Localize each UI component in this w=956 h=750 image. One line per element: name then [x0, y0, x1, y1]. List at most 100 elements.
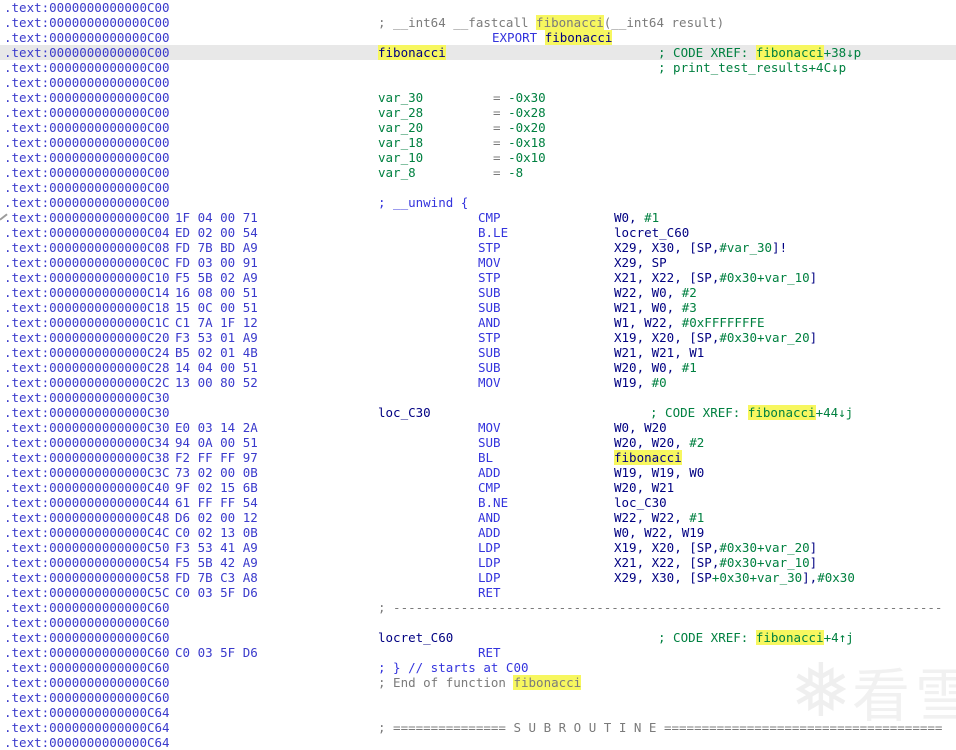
asm-line[interactable]: .text:0000000000000C00var_18= -0x18	[0, 135, 956, 150]
token: ],	[802, 570, 817, 585]
asm-line[interactable]: .text:0000000000000C60; ----------------…	[0, 600, 956, 615]
token: ; __int64 __fastcall	[378, 15, 536, 30]
token: W19, W19, W0	[614, 465, 704, 480]
asm-line[interactable]: .text:0000000000000C04ED 02 00 54B.LEloc…	[0, 225, 956, 240]
token: =	[493, 105, 508, 120]
asm-line[interactable]: .text:0000000000000C60	[0, 690, 956, 705]
asm-line[interactable]: .text:0000000000000C64	[0, 735, 956, 750]
asm-line[interactable]: .text:0000000000000C00var_10= -0x10	[0, 150, 956, 165]
asm-line[interactable]: .text:0000000000000C30loc_C30; CODE XREF…	[0, 405, 956, 420]
name-reference[interactable]: var_8	[378, 165, 416, 180]
token: ADD	[478, 525, 501, 540]
asm-line[interactable]: .text:0000000000000C2814 04 00 51SUBW20,…	[0, 360, 956, 375]
highlighted-name[interactable]: fibonacci	[513, 675, 581, 690]
asm-line[interactable]: .text:0000000000000C60	[0, 615, 956, 630]
asm-line[interactable]: .text:0000000000000C60; } // starts at C…	[0, 660, 956, 675]
token: CMP	[478, 480, 501, 495]
asm-line[interactable]: .text:0000000000000C30E0 03 14 2AMOVW0, …	[0, 420, 956, 435]
name-reference[interactable]: var_18	[378, 135, 423, 150]
token: SUB	[478, 360, 501, 375]
token: #1	[644, 210, 659, 225]
token: ]	[810, 330, 818, 345]
asm-line[interactable]: .text:0000000000000C00; __unwind {	[0, 195, 956, 210]
asm-line[interactable]: .text:0000000000000C38F2 FF FF 97BLfibon…	[0, 450, 956, 465]
token: W21, W0,	[614, 300, 682, 315]
token: ]!	[772, 240, 787, 255]
asm-line[interactable]: .text:0000000000000C64	[0, 705, 956, 720]
asm-line[interactable]: .text:0000000000000C00	[0, 180, 956, 195]
asm-line[interactable]: .text:0000000000000C54F5 5B 42 A9LDPX21,…	[0, 555, 956, 570]
name-reference[interactable]: locret_C60	[378, 630, 453, 645]
asm-line[interactable]: .text:0000000000000C00var_30= -0x30	[0, 90, 956, 105]
asm-line[interactable]: .text:0000000000000C00EXPORT fibonacci	[0, 30, 956, 45]
asm-line[interactable]: .text:0000000000000C20F3 53 01 A9STPX19,…	[0, 330, 956, 345]
asm-line[interactable]: .text:0000000000000C00var_28= -0x28	[0, 105, 956, 120]
token: #0x30+var_10	[719, 555, 809, 570]
asm-line[interactable]: .text:0000000000000C409F 02 15 6BCMPW20,…	[0, 480, 956, 495]
asm-line[interactable]: .text:0000000000000C00; __int64 __fastca…	[0, 15, 956, 30]
asm-line[interactable]: .text:0000000000000C4CC0 02 13 0BADDW0, …	[0, 525, 956, 540]
asm-line[interactable]: .text:0000000000000C00var_8= -8	[0, 165, 956, 180]
asm-line-current[interactable]: .text:0000000000000C00fibonacci; CODE XR…	[0, 45, 956, 60]
asm-line[interactable]: .text:0000000000000C3494 0A 00 51SUBW20,…	[0, 435, 956, 450]
stack-var: var_18	[378, 135, 423, 150]
asm-line[interactable]: .text:0000000000000C60; End of function …	[0, 675, 956, 690]
name-reference[interactable]: var_30	[378, 90, 423, 105]
asm-line[interactable]: .text:0000000000000C1815 0C 00 51SUBW21,…	[0, 300, 956, 315]
highlighted-name[interactable]: fibonacci	[545, 30, 613, 45]
name-reference[interactable]: locret_C60	[614, 225, 689, 240]
asm-line[interactable]: .text:0000000000000C24B5 02 01 4BSUBW21,…	[0, 345, 956, 360]
name-reference[interactable]: var_20	[378, 120, 423, 135]
asm-line[interactable]: .text:0000000000000C30	[0, 390, 956, 405]
token: ; CODE XREF:	[658, 630, 756, 645]
token: +38↓p	[824, 45, 862, 60]
byte-codes: ED 02 00 54	[175, 225, 258, 240]
asm-line[interactable]: .text:0000000000000C1CC1 7A 1F 12ANDW1, …	[0, 315, 956, 330]
asm-line[interactable]: .text:0000000000000C60locret_C60; CODE X…	[0, 630, 956, 645]
asm-line[interactable]: .text:0000000000000C001F 04 00 71CMPW0, …	[0, 210, 956, 225]
token: LDP	[478, 555, 501, 570]
asm-line[interactable]: .text:0000000000000C2C13 00 80 52MOVW19,…	[0, 375, 956, 390]
token: X19, X20, [SP,	[614, 330, 719, 345]
name-reference[interactable]: loc_C30	[378, 405, 431, 420]
mnemonic: STP	[478, 270, 501, 285]
asm-line[interactable]: .text:0000000000000C08FD 7B BD A9STPX29,…	[0, 240, 956, 255]
asm-line[interactable]: .text:0000000000000C4461 FF FF 54B.NEloc…	[0, 495, 956, 510]
address-label: .text:0000000000000C60	[4, 600, 170, 615]
address-label: .text:0000000000000C28	[4, 360, 170, 375]
highlighted-name[interactable]: fibonacci	[614, 450, 682, 465]
asm-line[interactable]: .text:0000000000000C60C0 03 5F D6RET	[0, 645, 956, 660]
asm-line[interactable]: .text:0000000000000C48D6 02 00 12ANDW22,…	[0, 510, 956, 525]
token: #0	[652, 375, 667, 390]
highlighted-name[interactable]: fibonacci	[756, 45, 824, 60]
token: X19, X20, [SP,	[614, 540, 719, 555]
highlighted-name[interactable]: fibonacci	[756, 630, 824, 645]
asm-line[interactable]: .text:0000000000000C00	[0, 0, 956, 15]
asm-line[interactable]: .text:0000000000000C64; =============== …	[0, 720, 956, 735]
address-label: .text:0000000000000C04	[4, 225, 170, 240]
asm-line[interactable]: .text:0000000000000C1416 08 00 51SUBW22,…	[0, 285, 956, 300]
name-reference[interactable]: var_10	[378, 150, 423, 165]
name-reference[interactable]: loc_C30	[614, 495, 667, 510]
asm-line[interactable]: .text:0000000000000C50F3 53 41 A9LDPX19,…	[0, 540, 956, 555]
address-label: .text:0000000000000C00	[4, 60, 170, 75]
asm-line[interactable]: .text:0000000000000C00var_20= -0x20	[0, 120, 956, 135]
name-reference[interactable]: ; print_test_results+4C↓p	[658, 60, 846, 75]
asm-line[interactable]: .text:0000000000000C0CFD 03 00 91MOVX29,…	[0, 255, 956, 270]
asm-line[interactable]: .text:0000000000000C00	[0, 75, 956, 90]
token: W19,	[614, 375, 652, 390]
token: SUB	[478, 345, 501, 360]
token: -0x20	[508, 120, 546, 135]
asm-line[interactable]: .text:0000000000000C00 ; print_test_resul…	[0, 60, 956, 75]
mnemonic: SUB	[478, 360, 501, 375]
highlighted-name[interactable]: fibonacci	[378, 45, 446, 60]
disassembly-listing: .text:0000000000000C00.text:000000000000…	[0, 0, 956, 740]
asm-line[interactable]: .text:0000000000000C5CC0 03 5F D6RET	[0, 585, 956, 600]
highlighted-name[interactable]: fibonacci	[748, 405, 816, 420]
name-reference[interactable]: var_28	[378, 105, 423, 120]
mnemonic: LDP	[478, 540, 501, 555]
asm-line[interactable]: .text:0000000000000C3C73 02 00 0BADDW19,…	[0, 465, 956, 480]
token: CMP	[478, 210, 501, 225]
asm-line[interactable]: .text:0000000000000C58FD 7B C3 A8LDPX29,…	[0, 570, 956, 585]
asm-line[interactable]: .text:0000000000000C10F5 5B 02 A9STPX21,…	[0, 270, 956, 285]
